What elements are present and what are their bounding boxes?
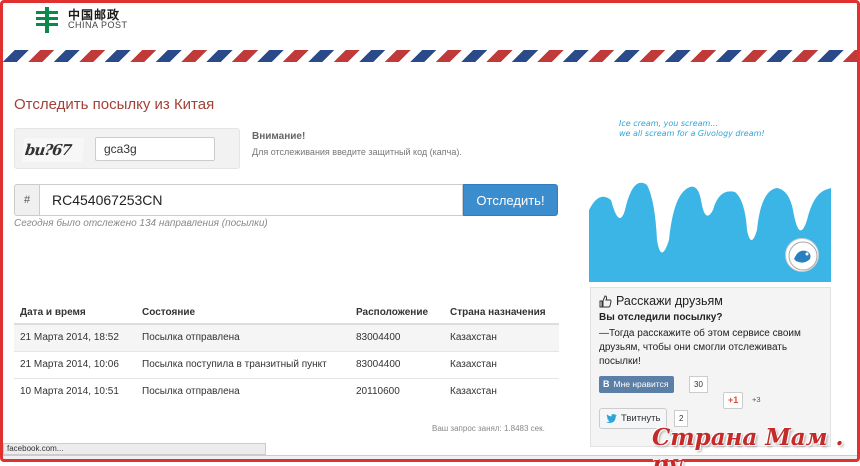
column-header-datetime: Дата и время: [14, 302, 136, 325]
twitter-bird-icon: [606, 414, 617, 423]
vk-icon: B: [603, 379, 610, 389]
tracking-form: # Отследить!: [14, 184, 558, 216]
captcha-panel: bu?67: [14, 128, 240, 169]
cell-destination: Казахстан: [444, 323, 559, 351]
share-panel: Расскажи друзьям Вы отследили посылку? —…: [590, 287, 831, 447]
logo-english-text: CHINA POST: [68, 20, 128, 30]
givology-logo-icon: [785, 238, 819, 272]
china-post-logo[interactable]: 中国邮政 CHINA POST: [32, 7, 128, 33]
cell-destination: Казахстан: [444, 377, 559, 405]
china-post-emblem-icon: [32, 7, 62, 33]
cell-status: Посылка поступила в транзитный пункт: [136, 350, 350, 378]
cell-datetime: 10 Марта 2014, 10:51: [14, 377, 136, 405]
airmail-stripe: [3, 50, 857, 62]
share-body: —Тогда расскажите об этом сервисе своим …: [599, 328, 801, 367]
notice-text: Для отслеживания введите защитный код (к…: [252, 147, 462, 157]
table-row: 10 Марта 2014, 10:51 Посылка отправлена …: [14, 377, 559, 405]
vk-like-count: 30: [689, 376, 708, 393]
thumbs-up-icon: [599, 294, 612, 307]
cell-location: 20110600: [350, 377, 444, 405]
share-question: Вы отследили посылку?: [599, 312, 723, 323]
table-header-row: Дата и время Состояние Расположение Стра…: [14, 302, 559, 325]
google-plus-count: +3: [752, 395, 761, 404]
cell-status: Посылка отправлена: [136, 323, 350, 351]
givology-ad-banner[interactable]: Ice cream, you scream... we all scream f…: [589, 112, 831, 282]
captcha-image: bu?67: [21, 138, 85, 162]
share-title: Расскажи друзьям: [616, 294, 723, 308]
vk-like-label: Мне нравится: [613, 379, 669, 389]
captcha-input[interactable]: [95, 137, 215, 161]
table-row: 21 Марта 2014, 10:06 Посылка поступила в…: [14, 350, 559, 378]
column-header-status: Состояние: [136, 302, 350, 325]
google-plus-button[interactable]: +1: [723, 392, 744, 409]
cell-datetime: 21 Марта 2014, 10:06: [14, 350, 136, 378]
ad-text-line2: we all scream for a Givology dream!: [619, 129, 765, 138]
hash-addon: #: [14, 184, 39, 216]
ad-text-line1: Ice cream, you scream...: [619, 119, 718, 128]
column-header-location: Расположение: [350, 302, 444, 325]
column-header-destination: Страна назначения: [444, 302, 559, 325]
notice-title: Внимание!: [252, 131, 306, 142]
tracked-today-stats: Сегодня было отслежено 134 направления (…: [14, 218, 268, 229]
cell-status: Посылка отправлена: [136, 377, 350, 405]
vk-like-button[interactable]: B Мне нравится: [599, 376, 675, 393]
browser-status-bar: facebook.com...: [3, 443, 266, 455]
cell-datetime: 21 Марта 2014, 18:52: [14, 323, 136, 351]
stranamam-watermark: Страна Мам . ру: [652, 424, 844, 466]
table-row: 21 Марта 2014, 18:52 Посылка отправлена …: [14, 323, 559, 351]
track-button[interactable]: Отследить!: [463, 184, 558, 216]
page-title: Отследить посылку из Китая: [14, 96, 215, 113]
cell-location: 83004400: [350, 323, 444, 351]
logo-chinese-text: 中国邮政: [68, 8, 121, 22]
tracking-number-input[interactable]: [39, 184, 463, 216]
tracking-results-table: Дата и время Состояние Расположение Стра…: [14, 302, 559, 405]
cell-destination: Казахстан: [444, 350, 559, 378]
query-time: Ваш запрос занял: 1.8483 сек.: [432, 424, 545, 433]
cell-location: 83004400: [350, 350, 444, 378]
